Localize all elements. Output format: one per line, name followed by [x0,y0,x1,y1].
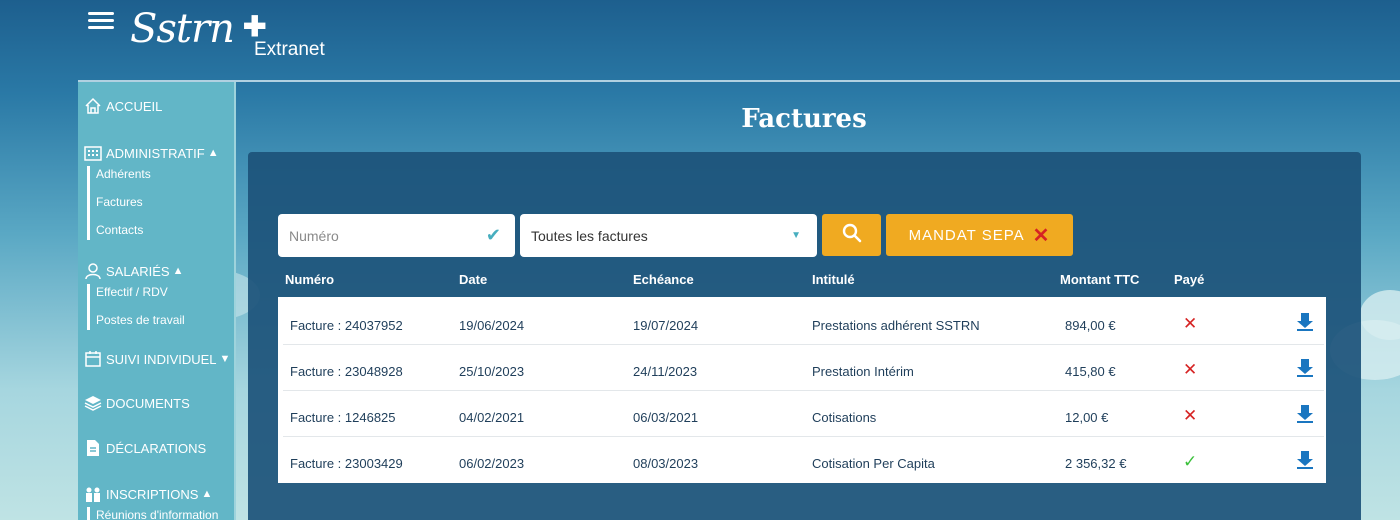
invoice-number-placeholder: Numéro [289,227,339,244]
cell-date: 06/02/2023 [459,456,525,471]
sidebar-item-salaries[interactable]: SALARIÉS ▲ [84,262,183,280]
cell-montant: 12,00 € [1065,410,1109,425]
sidebar-item-label: SUIVI INDIVIDUEL [106,351,217,367]
cell-numero: Facture : 23003429 [290,456,403,471]
download-icon[interactable] [1297,359,1313,377]
cell-date: 25/10/2023 [459,364,525,379]
cell-numero: Facture : 1246825 [290,410,396,425]
user-icon [84,262,102,280]
people-icon [84,485,102,503]
cell-date: 19/06/2024 [459,318,525,333]
file-icon [84,439,102,457]
chevron-up-icon: ▲ [207,147,219,159]
cell-intitule: Prestation Intérim [812,364,914,379]
sidebar-item-label: INSCRIPTIONS [106,486,199,502]
page-title: Factures [741,104,867,134]
sidebar-item-label: ACCUEIL [106,98,163,114]
invoice-filter-value: Toutes les factures [531,227,648,244]
mandat-sepa-button[interactable]: MANDAT SEPA ✕ [886,214,1073,256]
cell-intitule: Cotisation Per Capita [812,456,935,471]
search-button[interactable] [822,214,881,256]
check-icon: ✓ [1183,452,1198,471]
header-divider [78,80,1400,82]
sidebar-item-accueil[interactable]: ACCUEIL [84,97,162,115]
cell-echeance: 19/07/2024 [633,318,699,333]
sidebar-item-documents[interactable]: DOCUMENTS [84,394,190,412]
submenu-item-effectif[interactable]: Effectif / RDV [96,284,185,312]
sidebar-item-label: ADMINISTRATIF [106,145,205,161]
sidebar-item-label: DOCUMENTS [106,395,190,411]
header: Sstrn ✚ Extranet [0,0,1400,80]
column-header-date[interactable]: Date [459,272,487,287]
logo[interactable]: Sstrn ✚ Extranet [130,6,360,66]
cell-date: 04/02/2021 [459,410,525,425]
menu-icon[interactable] [88,12,114,30]
cell-numero: Facture : 23048928 [290,364,403,379]
column-header-echeance[interactable]: Echéance [633,272,694,287]
column-header-numero[interactable]: Numéro [285,272,334,287]
layers-icon [84,394,102,412]
column-header-intitule[interactable]: Intitulé [812,272,855,287]
cell-echeance: 24/11/2023 [633,364,698,379]
building-icon [84,144,102,162]
cell-montant: 894,00 € [1065,318,1116,333]
submenu-inscriptions: Réunions d'information [87,507,218,520]
cross-icon: ✕ [1183,406,1198,425]
calendar-icon [84,350,102,368]
sidebar-item-suivi[interactable]: SUIVI INDIVIDUEL ▼ [84,350,230,368]
cell-montant: 415,80 € [1065,364,1116,379]
column-header-montant[interactable]: Montant TTC [1060,272,1139,287]
cell-montant: 2 356,32 € [1065,456,1127,471]
table-row[interactable]: Facture : 24037952 19/06/2024 19/07/2024… [283,300,1324,345]
search-icon [842,223,862,248]
sidebar-item-inscriptions[interactable]: INSCRIPTIONS ▲ [84,485,212,503]
logo-subtitle: Extranet [254,39,325,60]
cell-echeance: 08/03/2023 [633,456,699,471]
sidebar-item-label: SALARIÉS [106,263,170,279]
invoices-table: Facture : 24037952 19/06/2024 19/07/2024… [278,297,1326,483]
logo-script: Sstrn [130,6,235,52]
home-icon [84,97,102,115]
submenu-item-adherents[interactable]: Adhérents [96,166,151,194]
invoice-number-input[interactable]: Numéro ✔ [278,214,515,257]
chevron-down-icon: ▼ [219,353,231,365]
cross-icon: ✕ [1183,360,1198,379]
sidebar-item-declarations[interactable]: DÉCLARATIONS [84,439,206,457]
invoice-filter-select[interactable]: Toutes les factures ▼ [520,214,817,257]
sidebar-item-administratif[interactable]: ADMINISTRATIF ▲ [84,144,219,162]
cross-icon: ✕ [1183,314,1198,333]
column-header-paye[interactable]: Payé [1174,272,1204,287]
download-icon[interactable] [1297,451,1313,469]
cell-echeance: 06/03/2021 [633,410,699,425]
mandat-sepa-label: MANDAT SEPA [908,226,1025,244]
table-row[interactable]: Facture : 23048928 25/10/2023 24/11/2023… [283,346,1324,391]
table-row[interactable]: Facture : 1246825 04/02/2021 06/03/2021 … [283,392,1324,437]
caret-down-icon: ▼ [791,230,801,241]
submenu-item-factures[interactable]: Factures [96,194,151,222]
table-row[interactable]: Facture : 23003429 06/02/2023 08/03/2023… [283,438,1324,483]
submenu-administratif: Adhérents Factures Contacts [87,166,151,240]
chevron-up-icon: ▲ [172,265,184,277]
download-icon[interactable] [1297,313,1313,331]
cell-intitule: Prestations adhérent SSTRN [812,318,980,333]
submenu-salaries: Effectif / RDV Postes de travail [87,284,185,330]
download-icon[interactable] [1297,405,1313,423]
submenu-item-reunions[interactable]: Réunions d'information [96,507,218,520]
submenu-item-postes[interactable]: Postes de travail [96,312,185,330]
submenu-item-contacts[interactable]: Contacts [96,222,151,240]
cell-numero: Facture : 24037952 [290,318,403,333]
check-icon[interactable]: ✔ [486,225,501,246]
cell-intitule: Cotisations [812,410,877,425]
close-icon: ✕ [1032,224,1051,247]
sidebar-item-label: DÉCLARATIONS [106,440,207,456]
sidebar: ACCUEIL ADMINISTRATIF ▲ Adhérents Factur… [78,82,236,520]
chevron-up-icon: ▲ [201,488,213,500]
